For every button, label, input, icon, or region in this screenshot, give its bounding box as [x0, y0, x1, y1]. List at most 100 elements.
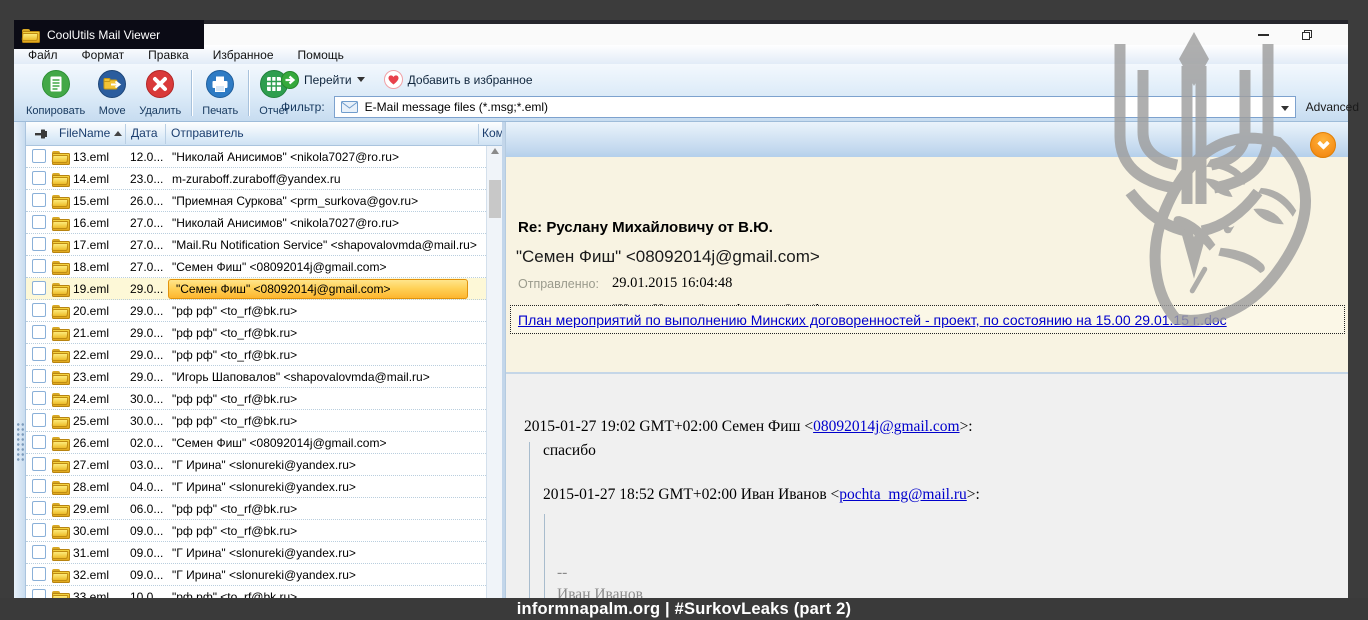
- scroll-up-icon[interactable]: [491, 148, 499, 154]
- goto-button[interactable]: Перейти: [281, 71, 365, 89]
- filter-combobox[interactable]: E-Mail message files (*.msg;*.eml): [334, 96, 1296, 118]
- file-name: 32.eml: [73, 568, 109, 582]
- row-checkbox[interactable]: [32, 523, 46, 537]
- row-checkbox[interactable]: [32, 237, 46, 251]
- envelope-icon: [341, 101, 358, 113]
- column-header-to[interactable]: Кому: [482, 126, 505, 140]
- row-checkbox[interactable]: [32, 567, 46, 581]
- caption-text: informnapalm.org | #SurkovLeaks (part 2): [517, 600, 851, 619]
- row-checkbox[interactable]: [32, 281, 46, 295]
- row-checkbox[interactable]: [32, 479, 46, 493]
- file-date: 29.0...: [130, 326, 163, 340]
- attachment-link[interactable]: План мероприятий по выполнению Минских д…: [518, 312, 1227, 328]
- file-row-31.eml[interactable]: 31.eml09.0..."Г Ирина" <slonureki@yandex…: [26, 542, 486, 564]
- favorite-button[interactable]: Добавить в избранное: [384, 70, 533, 89]
- file-sender: "рф рф" <to_rf@bk.ru>: [172, 304, 297, 318]
- file-date: 06.0...: [130, 502, 163, 516]
- minimize-button[interactable]: [1246, 24, 1280, 45]
- file-sender: "Приемная Суркова" <prm_surkova@gov.ru>: [172, 194, 418, 208]
- file-sender: "рф рф" <to_rf@bk.ru>: [172, 414, 297, 428]
- file-sender: "Г Ирина" <slonureki@yandex.ru>: [172, 568, 356, 582]
- list-scrollbar[interactable]: [486, 146, 502, 600]
- restore-button[interactable]: [1290, 24, 1324, 45]
- file-sender: "рф рф" <to_rf@bk.ru>: [172, 524, 297, 538]
- file-row-16.eml[interactable]: 16.eml27.0..."Николай Анисимов" <nikola7…: [26, 212, 486, 234]
- goto-dropdown-icon: [357, 77, 365, 82]
- file-row-13.eml[interactable]: 13.eml12.0..."Николай Анисимов" <nikola7…: [26, 146, 486, 168]
- file-row-14.eml[interactable]: 14.eml23.0...m-zuraboff.zuraboff@yandex.…: [26, 168, 486, 190]
- toolbar-button-move[interactable]: Move: [91, 67, 133, 119]
- row-checkbox[interactable]: [32, 545, 46, 559]
- file-sender: "Г Ирина" <slonureki@yandex.ru>: [172, 480, 356, 494]
- advanced-link[interactable]: Advanced: [1306, 100, 1359, 114]
- toolbar-button-label: Move: [99, 105, 126, 117]
- mail-body: 2015-01-27 19:02 GMT+02:00 Семен Фиш <08…: [506, 372, 1348, 600]
- file-name: 25.eml: [73, 414, 109, 428]
- row-checkbox[interactable]: [32, 259, 46, 273]
- file-row-30.eml[interactable]: 30.eml09.0..."рф рф" <to_rf@bk.ru>: [26, 520, 486, 542]
- row-checkbox[interactable]: [32, 347, 46, 361]
- splitter-grip[interactable]: [16, 422, 25, 462]
- file-row-15.eml[interactable]: 15.eml26.0..."Приемная Суркова" <prm_sur…: [26, 190, 486, 212]
- file-row-21.eml[interactable]: 21.eml29.0..."рф рф" <to_rf@bk.ru>: [26, 322, 486, 344]
- row-checkbox[interactable]: [32, 369, 46, 383]
- scrollbar-thumb[interactable]: [489, 180, 501, 218]
- toolbar-button-удалить[interactable]: Удалить: [133, 67, 187, 119]
- quote2-header: 2015-01-27 18:52 GMT+02:00 Иван Иванов <…: [543, 486, 1338, 504]
- delete-icon: [145, 69, 175, 104]
- file-row-23.eml[interactable]: 23.eml29.0..."Игорь Шаповалов" <shapoval…: [26, 366, 486, 388]
- file-row-28.eml[interactable]: 28.eml04.0..."Г Ирина" <slonureki@yandex…: [26, 476, 486, 498]
- file-name: 27.eml: [73, 458, 109, 472]
- eml-folder-icon: [52, 569, 68, 581]
- column-header-date[interactable]: Дата: [131, 126, 158, 140]
- file-row-20.eml[interactable]: 20.eml29.0..."рф рф" <to_rf@bk.ru>: [26, 300, 486, 322]
- file-row-17.eml[interactable]: 17.eml27.0..."Mail.Ru Notification Servi…: [26, 234, 486, 256]
- file-row-25.eml[interactable]: 25.eml30.0..."рф рф" <to_rf@bk.ru>: [26, 410, 486, 432]
- file-sender: "Семен Фиш" <08092014j@gmail.com>: [172, 436, 386, 450]
- menu-item-2[interactable]: Правка: [148, 48, 189, 62]
- signature-dashes: --: [557, 562, 1338, 584]
- file-row-32.eml[interactable]: 32.eml 09.0... "Г Ирина" <slonureki@yandex…: [26, 564, 486, 586]
- quote1-email-link[interactable]: 08092014j@gmail.com: [813, 418, 959, 435]
- file-row-22.eml[interactable]: 22.eml29.0..."рф рф" <to_rf@bk.ru>: [26, 344, 486, 366]
- row-checkbox[interactable]: [32, 171, 46, 185]
- toolbar-button-печать[interactable]: Печать: [196, 67, 244, 119]
- file-row-26.eml[interactable]: 26.eml02.0..."Семен Фиш" <08092014j@gmai…: [26, 432, 486, 454]
- menu-item-0[interactable]: Файл: [28, 48, 58, 62]
- row-checkbox[interactable]: [32, 501, 46, 515]
- column-header-sender[interactable]: Отправитель: [171, 126, 244, 140]
- file-sender: "Г Ирина" <slonureki@yandex.ru>: [172, 546, 356, 560]
- row-checkbox[interactable]: [32, 303, 46, 317]
- column-separator: [478, 124, 479, 144]
- row-checkbox[interactable]: [32, 413, 46, 427]
- menu-item-3[interactable]: Избранное: [213, 48, 274, 62]
- row-checkbox[interactable]: [32, 193, 46, 207]
- filter-dropdown-icon[interactable]: [1281, 106, 1289, 111]
- row-checkbox[interactable]: [32, 325, 46, 339]
- row-checkbox[interactable]: [32, 215, 46, 229]
- eml-folder-icon: [52, 151, 68, 163]
- file-row-18.eml[interactable]: 18.eml27.0..."Семен Фиш" <08092014j@gmai…: [26, 256, 486, 278]
- pin-icon[interactable]: [34, 127, 49, 144]
- menu-item-4[interactable]: Помощь: [298, 48, 344, 62]
- column-header-filename[interactable]: FileName: [59, 126, 110, 140]
- row-checkbox[interactable]: [32, 457, 46, 471]
- file-date: 30.0...: [130, 392, 163, 406]
- row-checkbox[interactable]: [32, 391, 46, 405]
- spacer: [557, 514, 1338, 562]
- file-name: 28.eml: [73, 480, 109, 494]
- row-checkbox[interactable]: [32, 435, 46, 449]
- menu-item-1[interactable]: Формат: [82, 48, 125, 62]
- file-row-29.eml[interactable]: 29.eml06.0..."рф рф" <to_rf@bk.ru>: [26, 498, 486, 520]
- file-date: 09.0...: [130, 568, 163, 582]
- row-checkbox[interactable]: [32, 149, 46, 163]
- collapse-header-button[interactable]: [1310, 132, 1336, 158]
- file-row-19.eml[interactable]: 19.eml29.0..."Семен Фиш" <08092014j@gmai…: [26, 278, 486, 300]
- toolbar-right: Перейти Добавить в избранное Фильтр:: [278, 70, 1348, 120]
- file-row-24.eml[interactable]: 24.eml30.0..."рф рф" <to_rf@bk.ru>: [26, 388, 486, 410]
- toolbar-button-копировать[interactable]: Копировать: [20, 67, 91, 119]
- file-row-27.eml[interactable]: 27.eml03.0..."Г Ирина" <slonureki@yandex…: [26, 454, 486, 476]
- heart-icon: [384, 70, 403, 89]
- quote2-email-link[interactable]: pochta_mg@mail.ru: [839, 486, 966, 503]
- file-date: 29.0...: [130, 304, 163, 318]
